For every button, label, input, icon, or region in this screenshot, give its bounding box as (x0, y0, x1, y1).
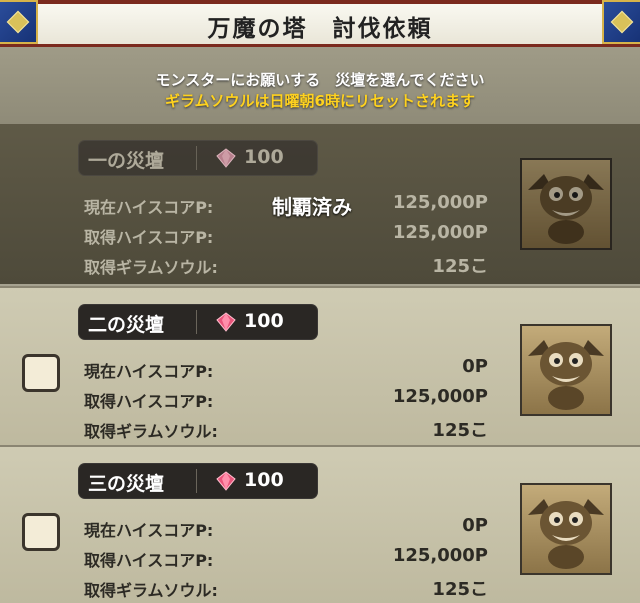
high-score-label: 現在ハイスコアP: (84, 198, 214, 217)
altar-name: 三の災壇 (88, 473, 165, 495)
pill-divider (196, 146, 197, 170)
pink-gem-icon (216, 312, 236, 332)
altar-name-pill: 二の災壇 100 (78, 304, 318, 340)
title-banner: 万魔の塔 討伐依頼 (0, 0, 640, 47)
reset-notice-text: ギラムソウルは日曜朝6時にリセットされます (165, 92, 475, 110)
pill-divider (196, 469, 197, 493)
select-checkbox[interactable] (22, 354, 60, 392)
page-title: 万魔の塔 討伐依頼 (207, 16, 433, 42)
altar-cost: 100 (244, 310, 284, 332)
monster-portrait (520, 483, 612, 575)
banner-corner-right (602, 0, 640, 44)
earned-score-label: 取得ハイスコアP: (84, 228, 214, 247)
high-score-label: 現在ハイスコアP: (84, 521, 214, 540)
banner-top-band (0, 0, 640, 4)
altar-name: 一の災壇 (88, 150, 165, 172)
earned-soul-label: 取得ギラムソウル: (84, 258, 218, 277)
earned-soul-label: 取得ギラムソウル: (84, 581, 218, 600)
earned-soul-value: 125こ (432, 256, 488, 277)
select-checkbox[interactable] (22, 513, 60, 551)
bat-monster-icon (528, 499, 604, 569)
altar-name: 二の災壇 (88, 314, 165, 336)
earned-score-value: 125,000P (392, 222, 488, 243)
pill-divider (196, 310, 197, 334)
altar-name-pill: 一の災壇 100 (78, 140, 318, 176)
high-score-value: 0P (462, 515, 488, 536)
earned-soul-value: 125こ (432, 420, 488, 441)
earned-soul-value: 125こ (432, 579, 488, 600)
high-score-label: 現在ハイスコアP: (84, 362, 214, 381)
monster-portrait (520, 158, 612, 250)
notice-area: モンスターにお願いする 災壇を選んでください ギラムソウルは日曜朝6時にリセット… (0, 47, 640, 124)
earned-score-value: 125,000P (392, 386, 488, 407)
bat-monster-icon (528, 174, 604, 244)
pink-gem-icon (216, 148, 236, 168)
cleared-status: 制覇済み (272, 195, 352, 219)
corner-ornament-icon (610, 10, 634, 34)
high-score-value: 125,000P (392, 192, 488, 213)
altar-name-pill: 三の災壇 100 (78, 463, 318, 499)
monster-portrait (520, 324, 612, 416)
pink-gem-icon (216, 471, 236, 491)
altar-row-1: 一の災壇 100 現在ハイスコアP: 制覇済み 125,000P 取得ハイスコア… (0, 124, 640, 284)
earned-soul-label: 取得ギラムソウル: (84, 422, 218, 441)
earned-score-label: 取得ハイスコアP: (84, 392, 214, 411)
bat-monster-icon (528, 340, 604, 410)
instruction-text: モンスターにお願いする 災壇を選んでください (155, 71, 485, 89)
altar-row-3[interactable]: 三の災壇 100 現在ハイスコアP: 0P 取得ハイスコアP: 125,000P… (0, 445, 640, 603)
earned-score-value: 125,000P (392, 545, 488, 566)
high-score-value: 0P (462, 356, 488, 377)
altar-cost: 100 (244, 469, 284, 491)
altar-cost: 100 (244, 146, 284, 168)
earned-score-label: 取得ハイスコアP: (84, 551, 214, 570)
altar-row-2[interactable]: 二の災壇 100 現在ハイスコアP: 0P 取得ハイスコアP: 125,000P… (0, 286, 640, 446)
